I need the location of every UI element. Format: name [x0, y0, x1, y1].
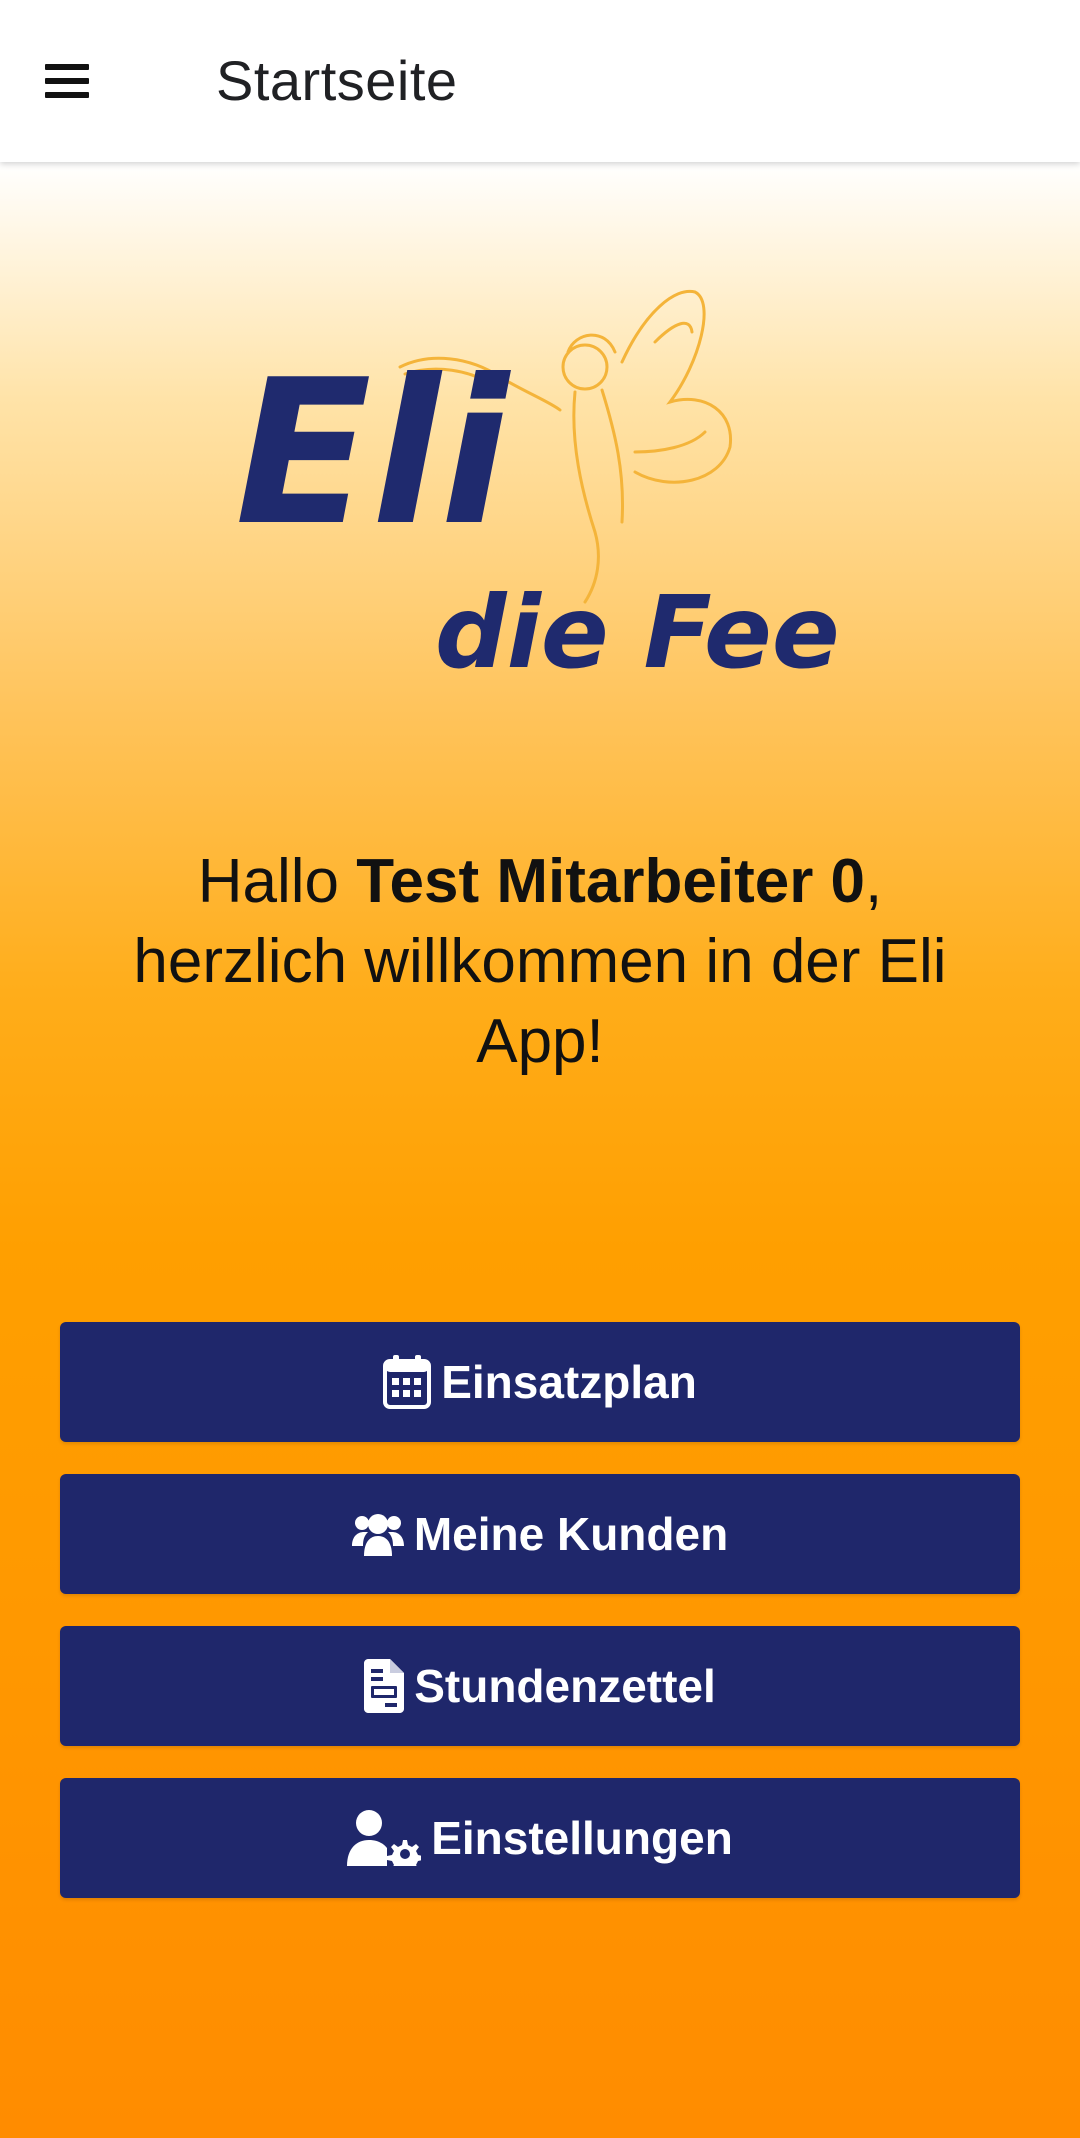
einstellungen-label: Einstellungen [431, 1812, 733, 1864]
app-bar: Startseite [0, 0, 1080, 162]
hamburger-menu-icon[interactable] [32, 50, 102, 112]
greeting-line-1: Hallo Test Mitarbeiter 0, [60, 842, 1020, 922]
calendar-icon [383, 1355, 432, 1409]
einsatzplan-label: Einsatzplan [441, 1356, 697, 1408]
main-content: Eli die Fee Hallo Test Mitarbeiter 0, he… [0, 162, 1080, 2138]
einsatzplan-button[interactable]: Einsatzplan [60, 1322, 1020, 1442]
page-title: Startseite [216, 49, 458, 112]
user-settings-icon [347, 1810, 422, 1866]
welcome-message: Hallo Test Mitarbeiter 0, herzlich willk… [60, 842, 1020, 1082]
eli-die-fee-logo: Eli die Fee [235, 289, 840, 691]
logo-text-die-fee: die Fee [435, 574, 840, 691]
greeting-prefix: Hallo [197, 847, 357, 916]
stundenzettel-label: Stundenzettel [414, 1660, 716, 1712]
document-icon [364, 1659, 405, 1713]
user-name: Test Mitarbeiter 0 [356, 847, 866, 916]
greeting-line-2: herzlich willkommen in der Eli [133, 927, 947, 996]
greeting-line-3: App! [476, 1007, 604, 1076]
stundenzettel-button[interactable]: Stundenzettel [60, 1626, 1020, 1746]
meine-kunden-label: Meine Kunden [413, 1508, 729, 1560]
logo-text-eli: Eli [235, 337, 511, 570]
einstellungen-button[interactable]: Einstellungen [60, 1778, 1020, 1898]
greeting-suffix: , [865, 847, 883, 916]
meine-kunden-button[interactable]: Meine Kunden [60, 1474, 1020, 1594]
users-icon [351, 1512, 404, 1556]
